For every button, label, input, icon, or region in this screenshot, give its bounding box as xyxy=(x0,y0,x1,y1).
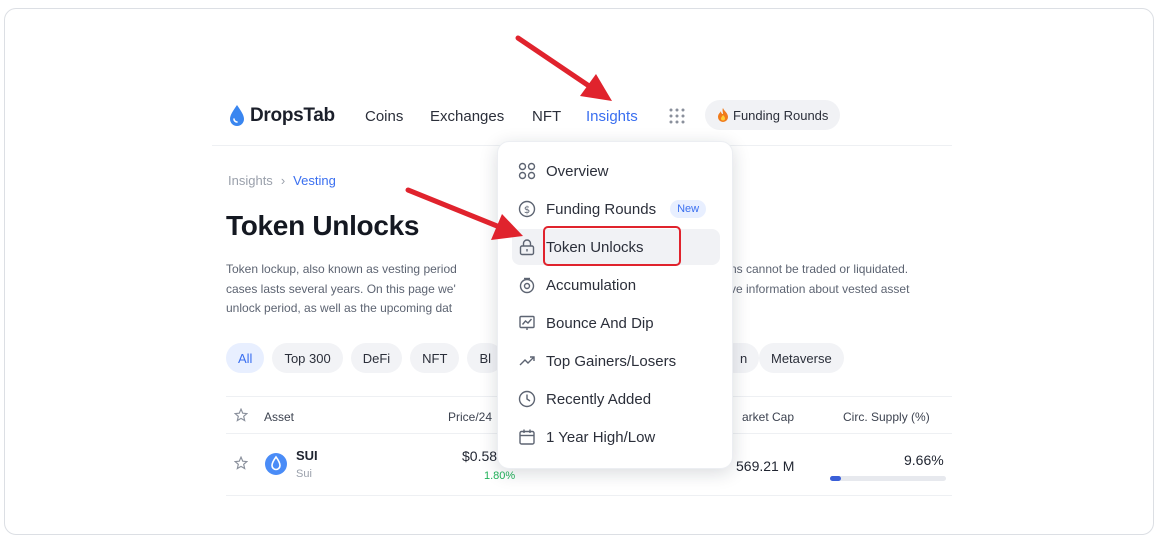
brand-logo[interactable]: DropsTab xyxy=(228,104,335,128)
asset-market-cap: 569.21 M xyxy=(736,458,795,474)
trend-up-icon xyxy=(519,356,535,366)
coin-stack-icon xyxy=(519,277,535,294)
menu-item-label: Bounce And Dip xyxy=(546,314,654,332)
description-line: cases lasts several years. On this page … xyxy=(226,281,456,296)
column-circ-supply[interactable]: Circ. Supply (%) xyxy=(843,410,930,424)
page-description: Token lockup, also known as vesting peri… xyxy=(226,260,526,319)
nav-link-coins[interactable]: Coins xyxy=(365,108,403,125)
description-line: Token lockup, also known as vesting peri… xyxy=(226,262,457,276)
menu-item-funding-rounds[interactable]: $ Funding Rounds New xyxy=(512,191,720,227)
calendar-icon xyxy=(519,429,535,445)
menu-item-1-year-high-low[interactable]: 1 Year High/Low xyxy=(512,419,720,455)
column-asset[interactable]: Asset xyxy=(264,410,294,424)
fire-icon xyxy=(718,108,728,122)
menu-item-accumulation[interactable]: Accumulation xyxy=(512,267,720,303)
menu-item-recently-added[interactable]: Recently Added xyxy=(512,381,720,417)
asset-symbol[interactable]: SUI xyxy=(296,448,318,463)
top-nav: DropsTab Coins Exchanges NFT Insights Fu… xyxy=(212,82,952,146)
circ-supply-progress xyxy=(830,476,946,481)
asset-circ-supply: 9.66% xyxy=(904,452,944,468)
chip-top-300[interactable]: Top 300 xyxy=(272,343,343,373)
nav-link-insights[interactable]: Insights xyxy=(586,108,638,125)
star-icon[interactable] xyxy=(233,407,249,425)
menu-item-overview[interactable]: Overview xyxy=(512,153,720,189)
page-description-right: ns cannot be traded or liquidated. ve in… xyxy=(730,260,952,299)
chart-board-icon xyxy=(519,315,535,330)
chip-defi[interactable]: DeFi xyxy=(350,343,403,373)
chip-metaverse[interactable]: Metaverse xyxy=(759,343,844,373)
clock-icon xyxy=(518,390,536,408)
chip-nft[interactable]: NFT xyxy=(410,343,460,373)
overview-icon xyxy=(518,162,536,180)
description-line: ve information about vested asset xyxy=(730,281,910,296)
funding-rounds-pill[interactable]: Funding Rounds xyxy=(705,100,841,130)
lock-icon xyxy=(519,239,535,256)
nav-link-exchanges[interactable]: Exchanges xyxy=(430,108,504,125)
brand-name: DropsTab xyxy=(250,105,335,126)
asset-price: $0.58 xyxy=(462,448,498,464)
breadcrumb-current[interactable]: Vesting xyxy=(293,173,336,188)
menu-item-top-gainers-losers[interactable]: Top Gainers/Losers xyxy=(512,343,720,379)
description-line: unlock period, as well as the upcoming d… xyxy=(226,301,453,315)
asset-change: 1.80% xyxy=(484,470,516,482)
funding-rounds-pill-label: Funding Rounds xyxy=(733,107,829,123)
insights-dropdown-menu: Overview $ Funding Rounds New Token Unlo… xyxy=(497,141,733,469)
circ-supply-progress-fill xyxy=(830,476,842,481)
menu-item-label: Overview xyxy=(546,162,609,180)
annotation-highlight-box xyxy=(543,226,681,266)
category-filter-chips: All Top 300 DeFi NFT Bl xyxy=(226,343,504,373)
svg-text:$: $ xyxy=(524,205,530,216)
menu-item-label: 1 Year High/Low xyxy=(546,428,656,446)
menu-item-label: Accumulation xyxy=(546,276,637,294)
column-price[interactable]: Price/24 xyxy=(448,410,492,424)
chip-all[interactable]: All xyxy=(226,343,265,373)
page-title: Token Unlocks xyxy=(226,210,420,241)
dollar-circle-icon: $ xyxy=(518,200,536,218)
apps-grid-icon[interactable] xyxy=(668,107,686,125)
column-market-cap[interactable]: arket Cap xyxy=(742,410,794,424)
star-icon[interactable] xyxy=(233,455,249,473)
menu-item-bounce-and-dip[interactable]: Bounce And Dip xyxy=(512,305,720,341)
description-line: ns cannot be traded or liquidated. xyxy=(730,262,909,276)
droplet-icon xyxy=(230,105,244,126)
chevron-right-icon: › xyxy=(280,173,286,188)
new-badge: New xyxy=(670,200,707,218)
menu-item-label: Recently Added xyxy=(546,390,652,408)
menu-item-label: Top Gainers/Losers xyxy=(546,352,677,370)
nav-link-nft[interactable]: NFT xyxy=(532,108,561,125)
breadcrumb: Insights › Vesting xyxy=(228,173,336,188)
menu-item-label: Funding Rounds xyxy=(546,200,657,218)
sui-logo-icon xyxy=(264,452,288,479)
asset-name: Sui xyxy=(296,468,312,480)
breadcrumb-root[interactable]: Insights xyxy=(228,173,273,188)
